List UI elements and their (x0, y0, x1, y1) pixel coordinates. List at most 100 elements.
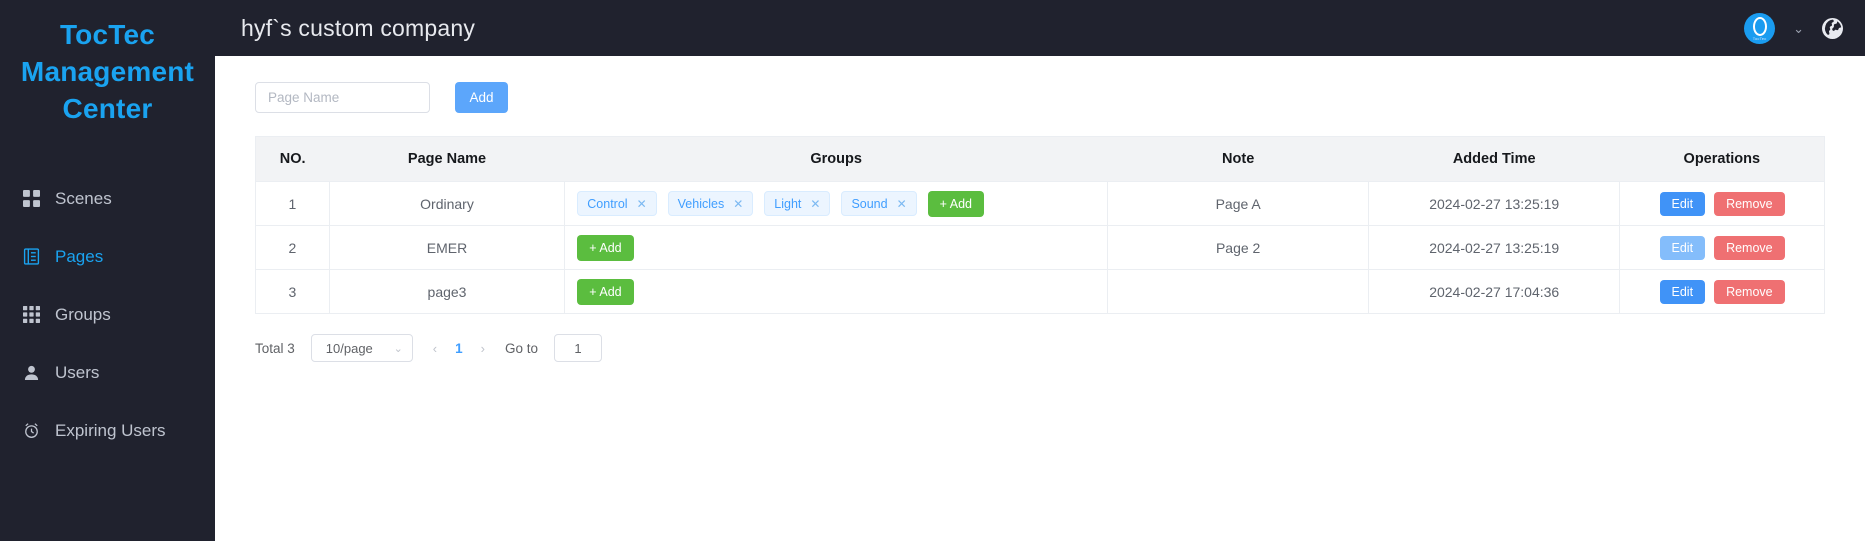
page-number-1[interactable]: 1 (451, 341, 467, 356)
globe-icon[interactable] (1822, 17, 1843, 39)
sidebar-item-expiring-users[interactable]: Expiring Users (0, 402, 215, 460)
sidebar-item-label: Users (55, 362, 100, 382)
cell-page-name: Ordinary (329, 181, 566, 226)
sidebar: TocTec Management Center Scenes Pages Gr… (0, 0, 215, 541)
sidebar-item-groups[interactable]: Groups (0, 286, 215, 344)
group-tag-list: + Add (577, 234, 1099, 261)
close-icon[interactable]: ✕ (897, 198, 907, 210)
table-body: 1 Ordinary Control ✕ Vehicles ✕ Light ✕ Sound ✕ + … (255, 181, 1825, 314)
add-group-button[interactable]: + Add (927, 190, 984, 217)
sidebar-item-label: Pages (55, 246, 104, 266)
close-icon[interactable]: ✕ (733, 198, 743, 210)
goto-label: Go to (504, 340, 539, 356)
cell-operations: Edit Remove (1619, 225, 1825, 270)
column-header-operations: Operations (1619, 136, 1825, 182)
remove-button[interactable]: Remove (1714, 279, 1785, 304)
cell-no: 2 (255, 225, 330, 270)
operations-group: Edit Remove (1628, 191, 1816, 216)
cell-note (1107, 269, 1370, 314)
table-row: 3 page3 + Add 2024-02-27 17:04:36 Edit Remove (255, 269, 1825, 314)
cell-operations: Edit Remove (1619, 181, 1825, 226)
brand-title: TocTec Management Center (20, 19, 195, 125)
sidebar-item-label: Scenes (55, 188, 112, 208)
sidebar-item-label: Groups (55, 304, 111, 324)
sidebar-item-label: Expiring Users (55, 420, 166, 440)
cell-groups: Control ✕ Vehicles ✕ Light ✕ Sound ✕ + Add (564, 181, 1109, 226)
table-header: NO. Page Name Groups Note Added Time Ope… (255, 136, 1825, 182)
topbar-actions: TocTec ⌄ (1744, 12, 1843, 44)
column-header-page-name: Page Name (329, 136, 565, 182)
table-row: 2 EMER + Add Page 2 2024-02-27 13:25:19 Edit R… (255, 225, 1825, 270)
close-icon[interactable]: ✕ (637, 198, 647, 210)
sidebar-nav: Scenes Pages Groups Users Expiring Users (0, 170, 215, 460)
cell-page-name: page3 (329, 269, 566, 314)
cell-added-time: 2024-02-27 13:25:19 (1368, 225, 1621, 270)
close-icon[interactable]: ✕ (810, 198, 820, 210)
table-row: 1 Ordinary Control ✕ Vehicles ✕ Light ✕ Sound ✕ + … (255, 181, 1825, 226)
avatar[interactable]: TocTec (1744, 12, 1776, 44)
operations-group: Edit Remove (1628, 235, 1816, 260)
grid-3x3-icon (22, 305, 41, 324)
add-page-button[interactable]: Add (455, 82, 508, 113)
next-page-button[interactable]: › (477, 339, 489, 358)
remove-button[interactable]: Remove (1714, 191, 1785, 216)
add-group-button[interactable]: + Add (577, 234, 634, 261)
avatar-label: TocTec (1752, 35, 1767, 41)
cell-operations: Edit Remove (1619, 269, 1825, 314)
operations-group: Edit Remove (1628, 279, 1816, 304)
cell-added-time: 2024-02-27 17:04:36 (1368, 269, 1621, 314)
page-size-select[interactable]: 10/page ⌄ (310, 334, 413, 362)
prev-page-button[interactable]: ‹ (429, 339, 441, 358)
table-header-row: NO. Page Name Groups Note Added Time Ope… (255, 136, 1825, 182)
sidebar-item-users[interactable]: Users (0, 344, 215, 402)
topbar: hyf`s custom company TocTec ⌄ (215, 0, 1865, 56)
search-input[interactable] (255, 82, 430, 113)
sidebar-item-pages[interactable]: Pages (0, 228, 215, 286)
alarm-clock-icon (22, 421, 41, 440)
group-tag[interactable]: Control ✕ (577, 191, 657, 216)
group-tag-list: Control ✕ Vehicles ✕ Light ✕ Sound ✕ + Add (577, 190, 1099, 217)
user-icon (22, 363, 41, 382)
main-area: hyf`s custom company TocTec ⌄ Add (215, 0, 1865, 541)
chevron-down-icon: ⌄ (393, 342, 403, 355)
group-tag[interactable]: Vehicles ✕ (667, 191, 754, 216)
remove-button[interactable]: Remove (1714, 235, 1785, 260)
search-bar: Add (255, 82, 1825, 113)
cell-page-name: EMER (329, 225, 566, 270)
column-header-groups: Groups (564, 136, 1108, 182)
page-title: hyf`s custom company (241, 14, 476, 41)
cell-note: Page 2 (1107, 225, 1370, 270)
content-area: Add NO. Page Name Groups Note Added Time… (215, 56, 1865, 541)
avatar-logo-icon (1752, 16, 1767, 36)
group-tag-list: + Add (577, 278, 1099, 305)
group-tag-label: Control (587, 196, 628, 211)
column-header-note: Note (1107, 136, 1369, 182)
group-tag-label: Light (774, 196, 802, 211)
cell-no: 3 (255, 269, 330, 314)
group-tag[interactable]: Sound ✕ (841, 191, 917, 216)
sidebar-item-scenes[interactable]: Scenes (0, 170, 215, 228)
group-tag-label: Vehicles (677, 196, 725, 211)
app-root: TocTec Management Center Scenes Pages Gr… (0, 0, 1865, 541)
cell-no: 1 (255, 181, 330, 226)
pages-table: NO. Page Name Groups Note Added Time Ope… (255, 136, 1825, 314)
pagination-total: Total 3 (255, 340, 295, 356)
pagination-nav: ‹ 1 › (429, 339, 489, 358)
grid-2x2-icon (22, 189, 41, 208)
cell-note: Page A (1107, 181, 1370, 226)
edit-button[interactable]: Edit (1659, 279, 1706, 304)
goto-page-input[interactable] (554, 334, 603, 362)
pagination: Total 3 10/page ⌄ ‹ 1 › Go to (255, 334, 1825, 362)
cell-groups: + Add (564, 269, 1109, 314)
cell-groups: + Add (564, 225, 1109, 270)
page-size-value: 10/page (325, 340, 373, 356)
column-header-no: NO. (255, 136, 330, 182)
group-tag[interactable]: Light ✕ (764, 191, 831, 216)
edit-button[interactable]: Edit (1659, 191, 1706, 216)
document-icon (22, 247, 41, 266)
column-header-added-time: Added Time (1368, 136, 1620, 182)
group-tag-label: Sound (851, 196, 888, 211)
add-group-button[interactable]: + Add (577, 278, 634, 305)
chevron-down-icon[interactable]: ⌄ (1789, 18, 1808, 39)
edit-button[interactable]: Edit (1659, 235, 1706, 260)
